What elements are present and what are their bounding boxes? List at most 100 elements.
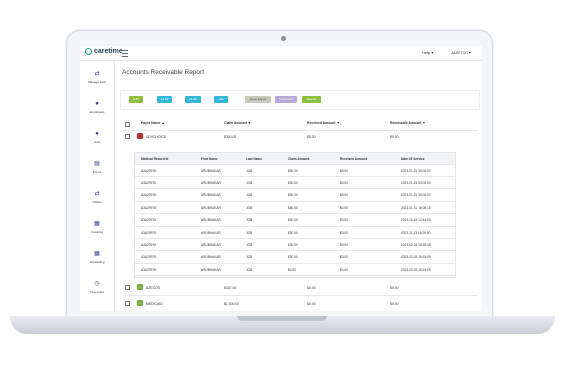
detail-row[interactable]: A3A29978 ARUBHAKAR JOB $30.00 $0.00 2023-02-0… bbox=[135, 252, 455, 264]
filter-31-60-button[interactable]: 31-60 bbox=[157, 96, 172, 103]
pdf-export-button[interactable]: Pdf Export bbox=[275, 96, 297, 103]
first-name: ARUBHAKAR bbox=[201, 255, 221, 260]
date-of-service: 2023-02-03 15:15:09 bbox=[401, 255, 431, 260]
claim-amount: $80.00 bbox=[288, 205, 298, 210]
row-checkbox[interactable] bbox=[125, 134, 130, 139]
first-name: ARUBHAKAR bbox=[201, 180, 221, 185]
table-row[interactable]: + MEDICAID $1,000.00 $0.00 $0.00 bbox=[123, 300, 478, 311]
row-divider bbox=[123, 295, 478, 296]
claims-icon: ⇄ bbox=[94, 191, 100, 197]
calendar-icon: ▦ bbox=[94, 251, 100, 257]
sidebar-item-employees[interactable]: ● Employees bbox=[80, 101, 114, 114]
excel-export-button[interactable]: Excel Export bbox=[245, 96, 271, 103]
top-bar: caretime Help ▾ JAXFOXI ▾ bbox=[80, 46, 482, 61]
col-payer-name[interactable]: Payer Name ▲ bbox=[141, 121, 165, 125]
sidebar-item-jobs[interactable]: ● Jobs bbox=[80, 131, 114, 144]
select-all-checkbox[interactable] bbox=[125, 122, 130, 127]
jobs-icon: ● bbox=[95, 131, 99, 137]
brand-logo[interactable]: caretime bbox=[85, 48, 123, 55]
date-of-service: 2023-01-31 00:00:00 bbox=[401, 180, 431, 185]
receivable-amount: $0.00 bbox=[390, 286, 399, 290]
medical-record-id: A3A29978 bbox=[141, 205, 156, 210]
camera-dot bbox=[281, 36, 286, 41]
date-of-service: 2023-02-03 15:35:46 bbox=[401, 242, 431, 247]
sidebar-item-claims[interactable]: ⇄ Claims bbox=[80, 191, 114, 204]
detail-row[interactable]: A3A29978 ARUBHAKAR JOB $30.00 $0.00 2023-11-1… bbox=[135, 227, 455, 239]
last-name: JOB bbox=[246, 180, 253, 185]
medical-record-id: A3A29978 bbox=[141, 218, 156, 223]
last-name: JOB bbox=[246, 242, 253, 247]
claim-amount: $347.00 bbox=[224, 286, 237, 290]
sidebar-item-manage-lists[interactable]: ⇄ Manage Lists bbox=[80, 71, 114, 84]
filter-61-90-button[interactable]: 61-90 bbox=[185, 96, 201, 103]
sidebar: ⇄ Manage Lists ● Employees ● Jobs ▤ Form… bbox=[80, 61, 115, 311]
receivable-amount: $0.00 bbox=[390, 135, 399, 139]
row-checkbox[interactable] bbox=[125, 301, 130, 306]
received-amount: $0.00 bbox=[307, 135, 316, 139]
medical-record-id: A3A29978 bbox=[141, 255, 156, 260]
medical-record-id: A3A29978 bbox=[141, 267, 156, 272]
row-checkbox[interactable] bbox=[125, 285, 130, 290]
sidebar-item-label: Claims bbox=[92, 200, 102, 204]
detail-row[interactable]: A3A29978 ARUBHAKAR JOB $30.00 $0.00 2023-02-0… bbox=[135, 239, 455, 252]
detail-row[interactable]: A3A29978 ARUBHAKAR JOB $30.00 $0.00 2023-01-3… bbox=[135, 165, 455, 177]
sidebar-item-label: Manage Lists bbox=[88, 80, 106, 84]
main-content: Accounts Receivable Report 0-30 31-60 61… bbox=[115, 61, 482, 311]
claim-amount: $30.00 bbox=[288, 168, 298, 173]
detail-row[interactable]: A3A29978 ARUBHAKAR JOB $80.00 $0.00 2023-01-3… bbox=[135, 202, 455, 215]
header-divider bbox=[123, 130, 478, 131]
col-received-amount: Received Amount bbox=[340, 156, 367, 161]
col-receivable-amount[interactable]: Receivable Amount ▼ bbox=[390, 121, 426, 125]
sidebar-item-time-card[interactable]: ◷ Time Card bbox=[80, 281, 114, 294]
claim-amount: $300.00 bbox=[224, 135, 237, 139]
page-title: Accounts Receivable Report bbox=[122, 69, 205, 76]
first-name: ARUBHAKAR bbox=[201, 218, 221, 223]
claim-amount: $30.00 bbox=[288, 218, 298, 223]
detail-row[interactable]: A3A29978 ARUBHAKAR JOB $30.00 $0.00 2023-01-3… bbox=[135, 177, 455, 190]
sidebar-item-label: Time Card bbox=[90, 290, 104, 294]
date-of-service: 2023-10-19 12:44:00 bbox=[401, 218, 431, 223]
date-of-service: 2023-01-31 00:00:00 bbox=[401, 168, 431, 173]
first-name: ARUBHAKAR bbox=[201, 267, 221, 272]
user-menu[interactable]: JAXFOXI ▾ bbox=[451, 50, 471, 55]
payer-name: MEDICAID bbox=[146, 302, 163, 306]
last-name: JOB bbox=[246, 168, 253, 173]
received-amount: $0.00 bbox=[340, 230, 348, 235]
invoicing-icon: ▦ bbox=[94, 221, 100, 227]
sidebar-item-label: Jobs bbox=[93, 140, 101, 144]
claim-amount: $30.00 bbox=[288, 242, 298, 247]
logo-icon bbox=[85, 48, 92, 55]
col-claim-amount[interactable]: Claim Amount ▼ bbox=[224, 121, 251, 125]
detail-header-row: Medical Record Id First Name Last Name C… bbox=[135, 153, 455, 165]
sidebar-item-scheduling[interactable]: ▦ Scheduling bbox=[80, 251, 114, 264]
received-amount: $0.00 bbox=[340, 180, 348, 185]
received-amount: $0.00 bbox=[307, 286, 316, 290]
received-amount: $0.00 bbox=[340, 267, 348, 272]
table-row[interactable]: ADVCHOICE $300.00 $0.00 $0.00 bbox=[123, 133, 478, 144]
received-amount: $0.00 bbox=[340, 255, 348, 260]
expand-icon[interactable]: + bbox=[137, 284, 143, 290]
last-name: JOB bbox=[246, 230, 253, 235]
menu-icon[interactable] bbox=[122, 50, 128, 57]
forms-icon: ▤ bbox=[94, 161, 100, 167]
filter-0-30-button[interactable]: 0-30 bbox=[129, 96, 143, 103]
col-received-amount[interactable]: Received Amount ▼ bbox=[307, 121, 340, 125]
detail-row[interactable]: A3A29978 ARUBHAKAR JOB $30.00 $0.00 2023-10-1… bbox=[135, 215, 455, 227]
detail-row[interactable]: A3A29978 ARUBHAKAR JOB $30.00 $0.00 2023-01-3… bbox=[135, 190, 455, 202]
help-menu[interactable]: Help ▾ bbox=[422, 50, 433, 55]
detail-row[interactable]: A3A29978 ARUBHAKAR JOB $4.00 $0.00 2023-02-03… bbox=[135, 264, 455, 277]
logo-text: caretime bbox=[94, 48, 123, 55]
claim-amount: $30.00 bbox=[288, 255, 298, 260]
claim-amount: $30.00 bbox=[288, 180, 298, 185]
table-row[interactable]: + AZECOS $347.00 $0.00 $0.00 bbox=[123, 284, 478, 295]
sidebar-item-invoicing[interactable]: ▦ Invoicing bbox=[80, 221, 114, 234]
filter-90-plus-button[interactable]: +90 bbox=[214, 96, 228, 103]
date-of-service: 2023-01-31 00:00:00 bbox=[401, 193, 431, 198]
expand-icon[interactable]: + bbox=[137, 300, 143, 306]
search-button[interactable]: Search bbox=[302, 96, 321, 103]
received-amount: $0.00 bbox=[340, 193, 348, 198]
receivable-amount: $0.00 bbox=[390, 302, 399, 306]
sidebar-item-forms[interactable]: ▤ Forms bbox=[80, 161, 114, 174]
first-name: ARUBHAKAR bbox=[201, 193, 221, 198]
first-name: ARUBHAKAR bbox=[201, 205, 221, 210]
